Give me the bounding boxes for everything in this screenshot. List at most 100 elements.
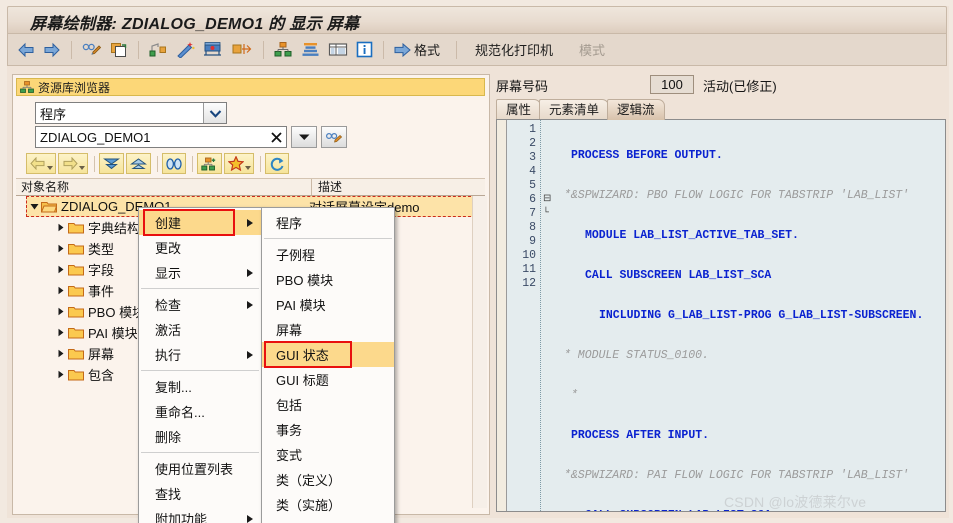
tree-scrollbar[interactable] [472,196,487,508]
flow-logic-editor[interactable]: 1 2 3 4 5 6 7 8 9 10 11 12 ⊟ └ PROCESS B… [496,119,946,512]
code-line-text: MODULE LAB_LIST_ACTIVE_TAB_SET. [585,229,799,242]
back-arrow-icon[interactable] [14,38,38,62]
code-line-text: PROCESS BEFORE OUTPUT. [571,149,723,162]
menu-item-more-functions[interactable]: 附加功能 [139,506,261,523]
attributes-icon[interactable] [229,38,256,62]
menu-item-label: 重命名... [155,405,205,420]
editor-scrollbar[interactable] [940,120,945,511]
menu-separator [264,238,392,239]
submenu-item-pbo-module[interactable]: PBO 模块 [262,267,394,292]
tree-item-label: 事件 [88,284,115,299]
menu-item-delete[interactable]: 删除 [139,424,261,449]
menu-separator [141,370,259,371]
menu-item-label: 删除 [155,430,182,445]
menu-item-find[interactable]: 查找 [139,481,261,506]
display-change-icon[interactable] [79,38,105,62]
magic-wand-icon[interactable] [173,38,198,62]
tree-toolbar-separator [157,155,158,172]
menu-separator [141,452,259,453]
menu-item-label: 子例程 [276,248,316,263]
code-line-text: PROCESS AFTER INPUT. [571,429,710,442]
folder-icon [68,368,84,381]
submenu-item-subroutine[interactable]: 子例程 [262,242,394,267]
expand-toggle-icon[interactable] [54,307,68,316]
repository-browser-icon [20,80,34,94]
flow-logic-icon[interactable] [200,38,227,62]
menu-item-display[interactable]: 显示 [139,260,261,285]
mode-button[interactable]: 模式 [573,40,611,59]
hierarchy-icon[interactable] [271,38,296,62]
submenu-item-program[interactable]: 程序 [262,210,394,235]
submenu-item-transaction[interactable]: 事务 [262,417,394,442]
editor-fold-markers[interactable]: ⊟ └ [543,123,555,291]
submenu-item-screen[interactable]: 屏幕 [262,317,394,342]
menu-item-rename[interactable]: 重命名... [139,399,261,424]
layers-icon[interactable] [298,38,323,62]
refresh-icon[interactable] [265,153,289,174]
menu-item-copy[interactable]: 复制... [139,374,261,399]
menu-item-label: 激活 [155,323,182,338]
forward-arrow-icon[interactable] [40,38,64,62]
expand-toggle-icon[interactable] [54,223,68,232]
submenu-item-class-implementation[interactable]: 类（实施） [262,492,394,517]
menu-item-execute[interactable]: 执行 [139,342,261,367]
element-list-icon[interactable] [146,38,171,62]
folder-icon [68,284,84,297]
object-name-input[interactable]: ZDIALOG_DEMO1 [35,126,287,148]
menu-separator [141,288,259,289]
favorites-star-icon[interactable] [224,153,254,174]
create-submenu: 程序 子例程 PBO 模块 PAI 模块 屏幕 GUI 状态 GUI 标题 包括… [261,207,395,523]
menu-item-where-used[interactable]: 使用位置列表 [139,456,261,481]
menu-item-check[interactable]: 检查 [139,292,261,317]
column-object-name: 对象名称 [16,179,312,195]
submenu-item-gui-title[interactable]: GUI 标题 [262,367,394,392]
code-line-text: * [571,389,578,402]
copy-icon[interactable] [107,38,131,62]
object-type-select[interactable]: 程序 [35,102,227,124]
expand-toggle-icon[interactable] [54,244,68,253]
expand-toggle-icon[interactable] [54,265,68,274]
nav-back-icon[interactable] [26,153,56,174]
submenu-item-variant[interactable]: 变式 [262,442,394,467]
expand-toggle-icon[interactable] [27,202,41,211]
submenu-item-interface[interactable]: 接口 [262,517,394,523]
tab-flow-logic[interactable]: 逻辑流 [607,99,665,120]
collapse-all-icon[interactable] [126,153,151,174]
normalize-printer-button[interactable]: 规范化打印机 [469,40,559,59]
nav-forward-icon[interactable] [58,153,88,174]
tree-toolbar-separator [260,155,261,172]
chevron-down-icon[interactable] [203,103,226,123]
expand-toggle-icon[interactable] [54,349,68,358]
add-node-icon[interactable] [197,153,222,174]
expand-toggle-icon[interactable] [54,328,68,337]
submenu-item-pai-module[interactable]: PAI 模块 [262,292,394,317]
info-icon[interactable] [353,38,376,62]
menu-item-activate[interactable]: 激活 [139,317,261,342]
submenu-item-include[interactable]: 包括 [262,392,394,417]
table-icon[interactable] [325,38,351,62]
line-number: 3 [529,151,536,164]
menu-item-label: PAI 模块 [276,298,326,313]
editor-code-area[interactable]: PROCESS BEFORE OUTPUT. *&SPWIZARD: PBO F… [557,123,943,511]
clear-icon[interactable] [270,131,283,144]
tab-element-list[interactable]: 元素清单 [539,99,610,120]
menu-item-create[interactable]: 创建 [139,209,261,236]
object-name-value: ZDIALOG_DEMO1 [40,129,151,145]
menu-item-label: 复制... [155,380,192,395]
fold-marker[interactable]: ⊟ [543,193,555,207]
line-number: 8 [529,221,536,234]
tab-label: 属性 [506,103,532,117]
expand-toggle-icon[interactable] [54,370,68,379]
menu-item-change[interactable]: 更改 [139,235,261,260]
tab-attributes[interactable]: 属性 [496,99,542,120]
submenu-item-class-definition[interactable]: 类（定义） [262,467,394,492]
find-icon[interactable] [162,153,186,174]
screen-number-field[interactable]: 100 [650,75,694,94]
expand-all-icon[interactable] [99,153,124,174]
expand-toggle-icon[interactable] [54,286,68,295]
detail-tabs: 属性 元素清单 逻辑流 [496,98,665,120]
submenu-item-gui-status[interactable]: GUI 状态 [262,341,394,368]
display-toggle-button[interactable] [321,126,347,148]
format-button[interactable]: 格式 [391,38,449,62]
dropdown-history-button[interactable] [291,126,317,148]
